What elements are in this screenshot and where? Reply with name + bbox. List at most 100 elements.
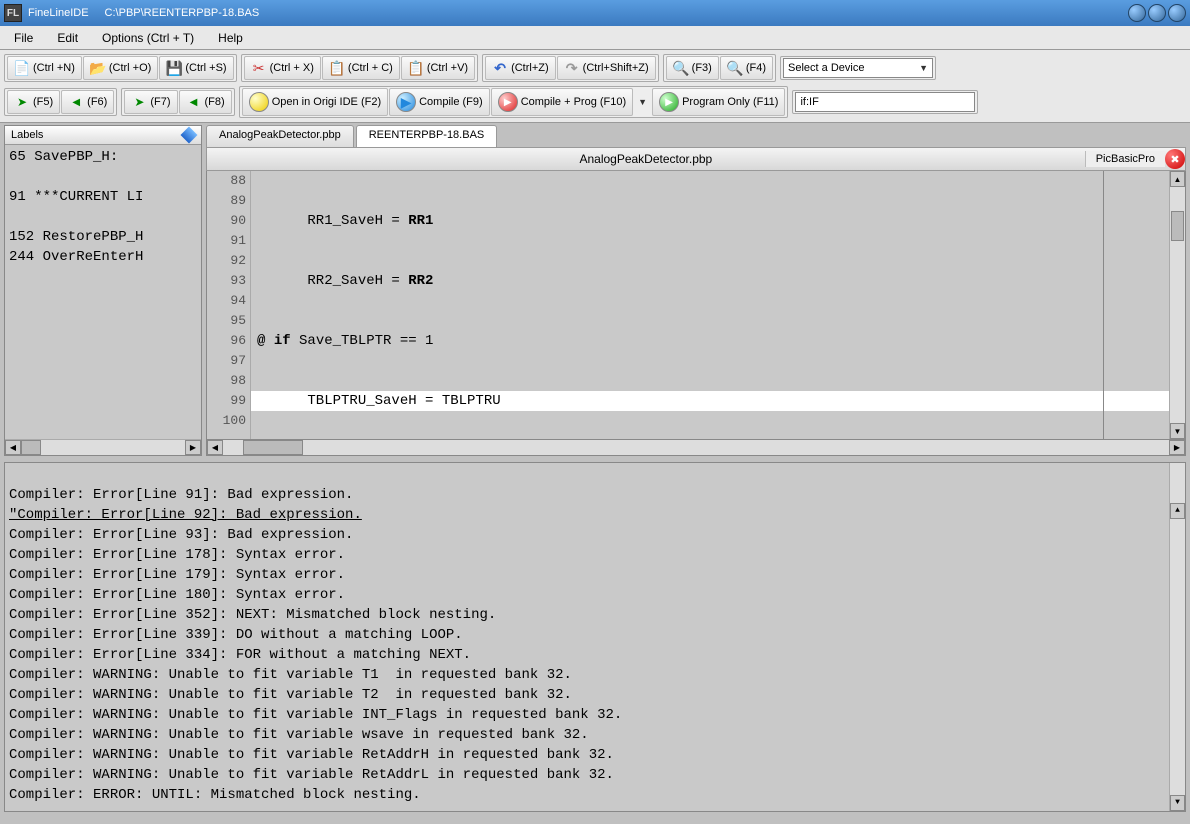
find2-label: (F4) [746, 62, 766, 74]
find-label: (F3) [692, 62, 712, 74]
save-label: (Ctrl +S) [185, 62, 226, 74]
scroll-right-icon[interactable]: ▶ [1169, 440, 1185, 455]
indent-f7-button[interactable]: (F7) [124, 90, 177, 114]
code-editor[interactable]: RR1_SaveH = RR1 RR2_SaveH = RR2 @ if Sav… [251, 171, 1169, 439]
line-number: 88 [207, 171, 246, 191]
close-button[interactable] [1168, 4, 1186, 22]
outdent2-icon [186, 94, 202, 110]
ifif-input[interactable]: if:IF [795, 92, 975, 112]
paste-button[interactable]: (Ctrl +V) [401, 56, 475, 80]
scroll-left-icon[interactable]: ◀ [207, 440, 223, 455]
sidebar-list[interactable]: 65 SavePBP_H: 91 ***CURRENT LI 152 Resto… [5, 145, 201, 439]
play-red-icon: ▶ [498, 92, 518, 112]
editor-close-button[interactable] [1165, 149, 1185, 169]
open-origi-button[interactable]: Open in Origi IDE (F2) [242, 88, 388, 116]
cut-button[interactable]: (Ctrl + X) [244, 56, 321, 80]
dropdown-arrow-icon[interactable] [634, 96, 651, 108]
line-number: 97 [207, 351, 246, 371]
sidebar-hscroll[interactable]: ◀ ▶ [5, 439, 201, 455]
output-line: Compiler: WARNING: Unable to fit variabl… [9, 685, 1181, 705]
scroll-right-icon[interactable]: ▶ [185, 440, 201, 455]
list-item[interactable]: 91 ***CURRENT LI [9, 187, 197, 207]
copy-icon [329, 60, 345, 76]
column-ruler [1103, 171, 1104, 439]
line-number: 100 [207, 411, 246, 431]
scroll-up-icon[interactable]: ▲ [1170, 503, 1185, 519]
output-line: Compiler: Error[Line 179]: Syntax error. [9, 565, 1181, 585]
line-number: 99 [207, 391, 246, 411]
save-button[interactable]: (Ctrl +S) [159, 56, 233, 80]
vscroll-thumb[interactable] [1171, 211, 1184, 241]
compile-label: Compile (F9) [419, 96, 483, 108]
tab-analogpeak[interactable]: AnalogPeakDetector.pbp [206, 125, 354, 147]
output-line: Compiler: Error[Line 334]: FOR without a… [9, 645, 1181, 665]
output-line: Compiler: WARNING: Unable to fit variabl… [9, 725, 1181, 745]
undo-label: (Ctrl+Z) [511, 62, 549, 74]
editor-lang: PicBasicPro [1085, 151, 1165, 167]
play-yellow-icon [249, 92, 269, 112]
ifif-value: if:IF [800, 96, 818, 108]
line-number: 98 [207, 371, 246, 391]
output-line: Compiler: Error[Line 180]: Syntax error. [9, 585, 1181, 605]
list-item[interactable]: 152 RestorePBP_H [9, 227, 197, 247]
output-line: Compiler: Error[Line 91]: Bad expression… [9, 485, 1181, 505]
output-line: Compiler: Error[Line 339]: DO without a … [9, 625, 1181, 645]
outdent-f6-button[interactable]: (F6) [61, 90, 114, 114]
maximize-button[interactable] [1148, 4, 1166, 22]
new-label: (Ctrl +N) [33, 62, 75, 74]
outdent-icon [68, 94, 84, 110]
main-area: Labels 65 SavePBP_H: 91 ***CURRENT LI 15… [0, 123, 1190, 458]
menu-options[interactable]: Options (Ctrl + T) [92, 28, 204, 48]
hscroll-thumb[interactable] [243, 440, 303, 455]
file-path: C:\PBP\REENTERPBP-18.BAS [105, 7, 260, 19]
indent2-icon [131, 94, 147, 110]
line-number: 93 [207, 271, 246, 291]
editor-vscroll[interactable]: ▲ ▼ [1169, 171, 1185, 439]
tab-reenterpbp[interactable]: REENTERPBP-18.BAS [356, 125, 498, 147]
progonly-label: Program Only (F11) [682, 96, 778, 108]
scroll-thumb[interactable] [21, 440, 41, 455]
output-line: Compiler: WARNING: Unable to fit variabl… [9, 705, 1181, 725]
find-button[interactable]: (F3) [666, 56, 719, 80]
undo-button[interactable]: (Ctrl+Z) [485, 56, 556, 80]
undo-icon [492, 60, 508, 76]
editor-body: 88 89 90 91 92 93 94 95 96 97 98 99 100 … [206, 171, 1186, 440]
list-item[interactable]: 244 OverReEnterH [9, 247, 197, 267]
copy-button[interactable]: (Ctrl + C) [322, 56, 400, 80]
editor-hscroll[interactable]: ◀ ▶ [206, 440, 1186, 456]
editor-header: AnalogPeakDetector.pbp PicBasicPro [206, 147, 1186, 171]
device-select[interactable]: Select a Device [783, 58, 933, 78]
output-vscroll[interactable]: ▲ ▼ [1169, 463, 1185, 811]
indent-f5-button[interactable]: (F5) [7, 90, 60, 114]
find-next-icon [727, 60, 743, 76]
menu-help[interactable]: Help [208, 28, 253, 48]
open-button[interactable]: (Ctrl +O) [83, 56, 158, 80]
scroll-left-icon[interactable]: ◀ [5, 440, 21, 455]
cut-label: (Ctrl + X) [270, 62, 314, 74]
find-icon [673, 60, 689, 76]
compile-button[interactable]: Compile (F9) [389, 88, 490, 116]
list-item[interactable]: 65 SavePBP_H: [9, 147, 197, 167]
program-only-button[interactable]: ▶Program Only (F11) [652, 88, 785, 116]
scroll-down-icon[interactable]: ▼ [1170, 423, 1185, 439]
menu-edit[interactable]: Edit [47, 28, 88, 48]
outdent-f8-button[interactable]: (F8) [179, 90, 232, 114]
find-next-button[interactable]: (F4) [720, 56, 773, 80]
new-button[interactable]: (Ctrl +N) [7, 56, 82, 80]
output-line: Compiler: WARNING: Unable to fit variabl… [9, 765, 1181, 785]
menubar: File Edit Options (Ctrl + T) Help [0, 26, 1190, 50]
compile-prog-button[interactable]: ▶Compile + Prog (F10) [491, 88, 633, 116]
minimize-button[interactable] [1128, 4, 1146, 22]
menu-file[interactable]: File [4, 28, 43, 48]
redo-button[interactable]: (Ctrl+Shift+Z) [557, 56, 656, 80]
current-line: TBLPTRU_SaveH = TBLPTRU [251, 391, 1169, 411]
compiler-output[interactable]: Compiler: Error[Line 91]: Bad expression… [4, 462, 1186, 812]
paste-label: (Ctrl +V) [427, 62, 468, 74]
scroll-down-icon[interactable]: ▼ [1170, 795, 1185, 811]
sidebar-header[interactable]: Labels [5, 126, 201, 145]
diamond-icon [181, 127, 198, 144]
scroll-up-icon[interactable]: ▲ [1170, 171, 1185, 187]
output-line: Compiler: Error[Line 178]: Syntax error. [9, 545, 1181, 565]
open-folder-icon [90, 60, 106, 76]
window-controls [1128, 4, 1186, 22]
